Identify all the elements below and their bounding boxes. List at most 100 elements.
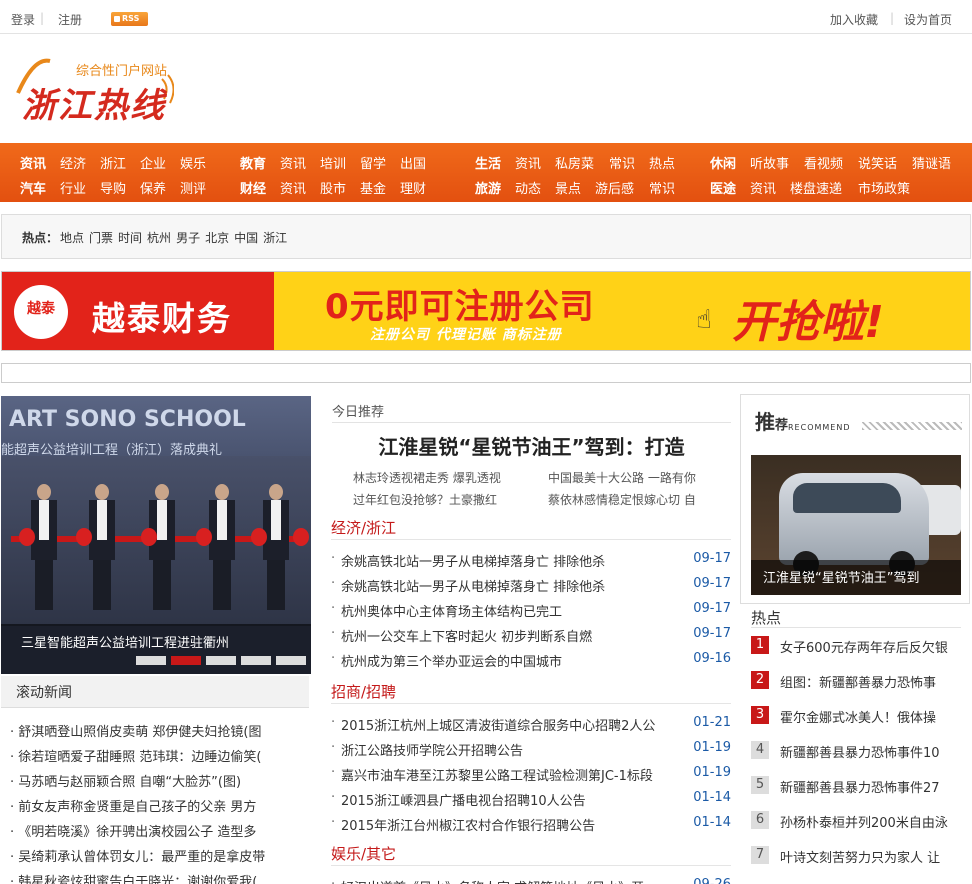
section-title[interactable]: 娱乐/其它 [331, 843, 396, 864]
photo-slideshow[interactable]: ART SONO SCHOOL 能超声公益培训工程（浙江）落成典礼 三星智能超声… [1, 396, 311, 674]
nav-link[interactable]: 动态 [515, 178, 541, 197]
list-item[interactable]: · 徐若瑄晒爱子甜睡照 范玮琪：边睡边偷笑( [10, 746, 261, 765]
slide-dot[interactable] [171, 656, 201, 665]
news-row[interactable]: 2015浙江杭州上城区清波街道综合服务中心招聘2人公 01-21 [331, 715, 731, 735]
hot-keyword-link[interactable]: 门票 [89, 231, 113, 245]
nav-link[interactable]: 景点 [555, 178, 581, 197]
nav-link[interactable]: 私房菜 [555, 153, 594, 172]
nav-link[interactable]: 资讯 [280, 178, 306, 197]
logo-text[interactable]: 浙江热线 [22, 78, 166, 127]
news-row[interactable]: 杭州奥体中心主体育场主体结构已完工 09-17 [331, 601, 731, 621]
news-title[interactable]: 浙江公路技师学院公开招聘公告 [341, 740, 523, 759]
nav-link[interactable]: 经济 [60, 153, 86, 172]
list-item[interactable]: · 前女友声称金贤重是自己孩子的父亲 男方 [10, 796, 256, 815]
slide-dot[interactable] [241, 656, 271, 665]
hot-item-link[interactable]: 霍尔金娜式冰美人！俄体操 [780, 707, 962, 726]
slide-dot[interactable] [276, 656, 306, 665]
nav-link[interactable]: 股市 [320, 178, 346, 197]
news-row[interactable]: 余姚高铁北站一男子从电梯掉落身亡 排除他杀 09-17 [331, 551, 731, 571]
news-title[interactable]: 2015年浙江台州椒江农村合作银行招聘公告 [341, 815, 595, 834]
news-title[interactable]: 好汉出道首《风水》名称人字 求解答地址《风水》开 [341, 877, 644, 884]
nav-link[interactable]: 基金 [360, 178, 386, 197]
list-item[interactable]: · 《明若晓溪》徐开骋出演校园公子 造型多 [10, 821, 256, 840]
nav-link[interactable]: 常识 [649, 178, 675, 197]
list-item[interactable]: · 吴绮莉承认曾体罚女儿：最严重的是拿皮带 [10, 846, 265, 865]
news-row[interactable]: 浙江公路技师学院公开招聘公告 01-19 [331, 740, 731, 760]
hot-keyword-link[interactable]: 浙江 [263, 231, 287, 245]
nav-link[interactable]: 常识 [609, 153, 635, 172]
news-row[interactable]: 好汉出道首《风水》名称人字 求解答地址《风水》开 09-26 [331, 877, 731, 884]
nav-link[interactable]: 资讯 [750, 178, 776, 197]
news-title[interactable]: 杭州成为第三个举办亚运会的中国城市 [341, 651, 562, 670]
news-row[interactable]: 杭州成为第三个举办亚运会的中国城市 09-16 [331, 651, 731, 671]
sub-link[interactable]: 蔡依林感情稳定恨嫁心切 自 [548, 491, 696, 508]
news-title[interactable]: 2015浙江杭州上城区清波街道综合服务中心招聘2人公 [341, 715, 655, 734]
nav-link[interactable]: 楼盘速递 [790, 178, 842, 197]
nav-link[interactable]: 看视频 [804, 153, 843, 172]
nav-link[interactable]: 生活 [475, 153, 501, 172]
login-link[interactable]: 登录 [11, 11, 35, 28]
slide-caption[interactable]: 三星智能超声公益培训工程进驻衢州 [21, 632, 229, 651]
nav-link[interactable]: 市场政策 [858, 178, 910, 197]
news-row[interactable]: 2015浙江嵊泗县广播电视台招聘10人公告 01-14 [331, 790, 731, 810]
hot-item-link[interactable]: 组图：新疆鄯善暴力恐怖事 [780, 672, 962, 691]
nav-link[interactable]: 娱乐 [180, 153, 206, 172]
register-link[interactable]: 注册 [58, 11, 82, 28]
slide-dot[interactable] [136, 656, 166, 665]
hot-item-link[interactable]: 叶诗文刻苦努力只为家人 让 [780, 847, 962, 866]
news-row[interactable]: 杭州一公交车上下客时起火 初步判断系自燃 09-17 [331, 626, 731, 646]
news-title[interactable]: 杭州一公交车上下客时起火 初步判断系自燃 [341, 626, 592, 645]
nav-link[interactable]: 导购 [100, 178, 126, 197]
news-title[interactable]: 杭州奥体中心主体育场主体结构已完工 [341, 601, 562, 620]
nav-link[interactable]: 理财 [400, 178, 426, 197]
hot-item-link[interactable]: 新疆鄯善县暴力恐怖事件10 [780, 742, 962, 761]
nav-link[interactable]: 行业 [60, 178, 86, 197]
sub-link[interactable]: 林志玲透视裙走秀 爆乳透视 [353, 469, 501, 486]
news-row[interactable]: 嘉兴市油车港至江苏黎里公路工程试验检测第JC-1标段 01-19 [331, 765, 731, 785]
hot-item-link[interactable]: 新疆鄯善县暴力恐怖事件27 [780, 777, 962, 796]
nav-link[interactable]: 教育 [240, 153, 266, 172]
sub-link[interactable]: 中国最美十大公路 一路有你 [548, 469, 696, 486]
nav-link[interactable]: 说笑话 [858, 153, 897, 172]
feature-headline[interactable]: 江淮星锐“星锐节油王”驾到：打造 [332, 431, 731, 460]
add-favorite-link[interactable]: 加入收藏 [830, 11, 878, 28]
sub-link[interactable]: 过年红包没抢够？土豪撒红 [353, 491, 497, 508]
news-title[interactable]: 嘉兴市油车港至江苏黎里公路工程试验检测第JC-1标段 [341, 765, 653, 784]
nav-link[interactable]: 医途 [710, 178, 736, 197]
hot-keyword-link[interactable]: 北京 [205, 231, 229, 245]
nav-link[interactable]: 旅游 [475, 178, 501, 197]
set-homepage-link[interactable]: 设为首页 [904, 11, 952, 28]
section-title[interactable]: 招商/招聘 [331, 681, 396, 702]
news-row[interactable]: 余姚高铁北站一男子从电梯掉落身亡 排除他杀 09-17 [331, 576, 731, 596]
list-item[interactable]: · 韩星秋瓷炫甜蜜告白于晓光：谢谢你爱我( [10, 871, 257, 884]
list-item[interactable]: · 舒淇晒登山照俏皮卖萌 郑伊健夫妇抢镜(图 [10, 721, 261, 740]
nav-link[interactable]: 汽车 [20, 178, 46, 197]
ad-banner[interactable]: 越泰 越泰财务 0元即可注册公司 注册公司 代理记账 商标注册 ☝ 开抢啦! [1, 271, 971, 351]
nav-link[interactable]: 培训 [320, 153, 346, 172]
slide-dot[interactable] [206, 656, 236, 665]
hot-item-link[interactable]: 女子600元存两年存后反欠银 [780, 637, 962, 656]
news-title[interactable]: 余姚高铁北站一男子从电梯掉落身亡 排除他杀 [341, 551, 605, 570]
rss-button[interactable]: RSS [111, 12, 148, 26]
nav-link[interactable]: 出国 [400, 153, 426, 172]
nav-link[interactable]: 热点 [649, 153, 675, 172]
nav-link[interactable]: 资讯 [280, 153, 306, 172]
nav-link[interactable]: 听故事 [750, 153, 789, 172]
nav-link[interactable]: 游后感 [595, 178, 634, 197]
nav-link[interactable]: 财经 [240, 178, 266, 197]
nav-link[interactable]: 资讯 [20, 153, 46, 172]
section-title[interactable]: 经济/浙江 [331, 517, 396, 538]
nav-link[interactable]: 保养 [140, 178, 166, 197]
hot-keyword-link[interactable]: 男子 [176, 231, 200, 245]
nav-link[interactable]: 休闲 [710, 153, 736, 172]
news-title[interactable]: 2015浙江嵊泗县广播电视台招聘10人公告 [341, 790, 586, 809]
nav-link[interactable]: 留学 [360, 153, 386, 172]
news-title[interactable]: 余姚高铁北站一男子从电梯掉落身亡 排除他杀 [341, 576, 605, 595]
nav-link[interactable]: 浙江 [100, 153, 126, 172]
hot-keyword-link[interactable]: 地点 [60, 231, 84, 245]
nav-link[interactable]: 资讯 [515, 153, 541, 172]
hot-keyword-link[interactable]: 中国 [234, 231, 258, 245]
recommend-caption[interactable]: 江淮星锐“星锐节油王”驾到 [763, 567, 919, 586]
list-item[interactable]: · 马苏晒与赵丽颖合照 自嘲“大脸苏”(图) [10, 771, 241, 790]
hot-item-link[interactable]: 孙杨朴泰桓并列200米自由泳 [780, 812, 962, 831]
